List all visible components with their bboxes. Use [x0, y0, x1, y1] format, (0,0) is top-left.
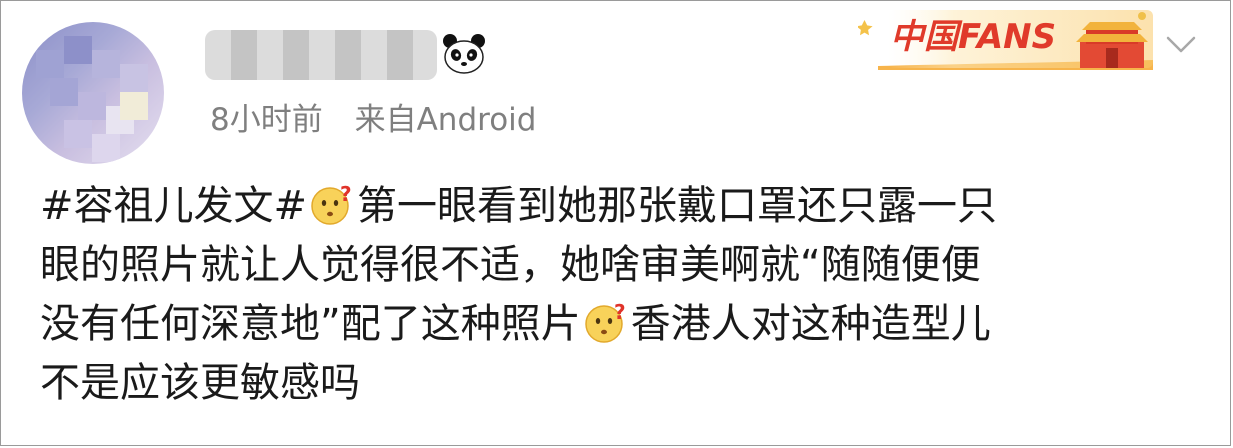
post-line-2: 眼的照片就让人觉得很不适，她啥审美啊就“随随便便 — [40, 236, 1200, 295]
post-text-line-1: 第一眼看到她那张戴口罩还只露一只 — [357, 183, 998, 229]
panda-icon — [443, 34, 485, 74]
post-line-4: 不是应该更敏感吗 — [40, 354, 1200, 413]
source-app: Android — [416, 102, 537, 138]
china-fans-badge[interactable]: 中国FANS — [858, 0, 1158, 80]
post-line-1: #容祖儿发文#? 第一眼看到她那张戴口罩还只露一只 — [40, 177, 1200, 236]
thinking-emoji-icon: ? — [311, 182, 352, 225]
post-text-line-2: 眼的照片就让人觉得很不适，她啥审美啊就“随随便便 — [40, 242, 981, 288]
hashtag-link[interactable]: #容祖儿发文# — [40, 183, 307, 229]
post-text-line-3b: 香港人对这种造型儿 — [630, 301, 991, 347]
thinking-emoji-icon: ? — [584, 300, 626, 343]
avatar[interactable] — [22, 22, 164, 164]
badge-text: 中国FANS — [890, 17, 1056, 57]
chevron-down-icon[interactable] — [1165, 32, 1197, 58]
post-text-line-4: 不是应该更敏感吗 — [40, 360, 360, 406]
svg-text:?: ? — [340, 182, 352, 206]
username-blurred[interactable] — [205, 30, 437, 80]
post-time: 8小时前 — [210, 102, 323, 138]
post-source: 来自Android — [355, 102, 537, 138]
svg-text:?: ? — [614, 300, 626, 324]
post-line-3: 没有任何深意地”配了这种照片? 香港人对这种造型儿 — [40, 295, 1200, 354]
post-text-line-3a: 没有任何深意地”配了这种照片 — [40, 301, 581, 347]
post-body: #容祖儿发文#? 第一眼看到她那张戴口罩还只露一只 眼的照片就让人觉得很不适，她啥… — [40, 177, 1200, 413]
post-meta: 8小时前 来自Android — [210, 94, 536, 139]
source-prefix: 来自 — [354, 102, 417, 138]
